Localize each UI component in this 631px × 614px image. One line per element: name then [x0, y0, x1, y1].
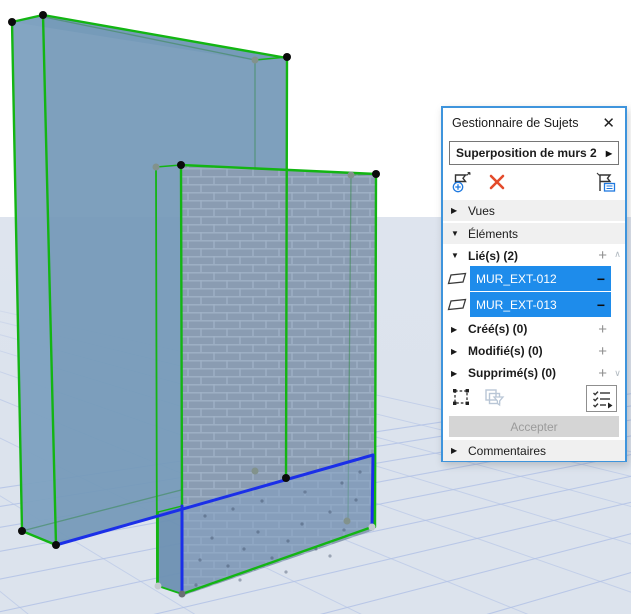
section-elements-label: Éléments — [468, 226, 519, 241]
topic-manager-panel: Gestionnaire de Sujets ✕ Superposition d… — [441, 106, 627, 462]
delete-topic-icon[interactable] — [487, 172, 507, 195]
panel-footer-toolbar — [443, 383, 625, 414]
group-modified[interactable]: ▶ Modifié(s) (0) + — [443, 340, 625, 362]
topic-selector-value: Superposition de murs 2 — [456, 146, 597, 160]
marquee-select-icon[interactable] — [451, 387, 471, 410]
close-icon[interactable]: ✕ — [601, 116, 616, 131]
wall-icon — [443, 292, 470, 317]
scroll-down-icon[interactable]: ∨ — [614, 368, 621, 379]
chevron-right-icon: ▶ — [451, 446, 458, 455]
list-scrollbar[interactable]: ∧ ∨ — [611, 245, 624, 383]
topic-info-icon[interactable] — [595, 171, 617, 196]
group-deleted[interactable]: ▶ Supprimé(s) (0) + — [443, 362, 625, 384]
app-window: Gestionnaire de Sujets ✕ Superposition d… — [0, 0, 631, 614]
list-item-wall-013[interactable]: MUR_EXT-013 − — [443, 292, 611, 317]
detail-list-button[interactable] — [586, 385, 617, 412]
group-created-label: Créé(s) (0) — [468, 322, 528, 336]
group-linked-label: Lié(s) (2) — [468, 248, 519, 263]
group-deleted-label: Supprimé(s) (0) — [468, 366, 557, 380]
section-vues-label: Vues — [468, 203, 495, 218]
add-modified-button[interactable]: + — [598, 344, 607, 359]
remove-item-button[interactable]: − — [597, 297, 605, 313]
add-deleted-button[interactable]: + — [598, 366, 607, 381]
add-created-button[interactable]: + — [598, 322, 607, 337]
chevron-right-icon: ▶ — [451, 368, 458, 378]
section-commentaires-label: Commentaires — [468, 443, 547, 458]
chevron-right-icon: ▶ — [605, 148, 612, 158]
chevron-down-icon: ▼ — [451, 229, 459, 238]
add-topic-icon[interactable] — [451, 171, 473, 196]
panel-titlebar: Gestionnaire de Sujets ✕ — [443, 108, 625, 138]
group-created[interactable]: ▶ Créé(s) (0) + — [443, 318, 625, 340]
panel-title: Gestionnaire de Sujets — [452, 116, 579, 130]
chevron-right-icon: ▶ — [451, 206, 458, 215]
group-modified-label: Modifié(s) (0) — [468, 344, 543, 358]
section-vues[interactable]: ▶ Vues — [443, 200, 625, 221]
group-linked[interactable]: ▼ Lié(s) (2) + — [443, 245, 625, 266]
section-elements[interactable]: ▼ Éléments — [443, 223, 625, 244]
accept-button[interactable]: Accepter — [449, 416, 619, 437]
wall-icon — [443, 266, 470, 291]
wall-item-name: MUR_EXT-012 — [476, 271, 557, 286]
filter-icon — [483, 386, 505, 411]
chevron-right-icon: ▶ — [451, 346, 458, 356]
wall-item-name: MUR_EXT-013 — [476, 297, 557, 312]
remove-item-button[interactable]: − — [597, 271, 605, 287]
elements-list: ▼ Lié(s) (2) + MUR_EXT-012 − MUR_EXT-013… — [443, 245, 625, 383]
topic-selector[interactable]: Superposition de murs 2 ▶ — [449, 141, 619, 165]
section-commentaires[interactable]: ▶ Commentaires — [443, 440, 625, 461]
list-item-wall-012[interactable]: MUR_EXT-012 − — [443, 266, 611, 291]
panel-toolbar — [443, 167, 625, 199]
add-linked-button[interactable]: + — [598, 248, 607, 263]
chevron-right-icon: ▶ — [451, 324, 458, 334]
panel-bottom-padding — [443, 462, 625, 464]
scroll-up-icon[interactable]: ∧ — [614, 249, 621, 260]
chevron-down-icon: ▼ — [451, 251, 459, 260]
